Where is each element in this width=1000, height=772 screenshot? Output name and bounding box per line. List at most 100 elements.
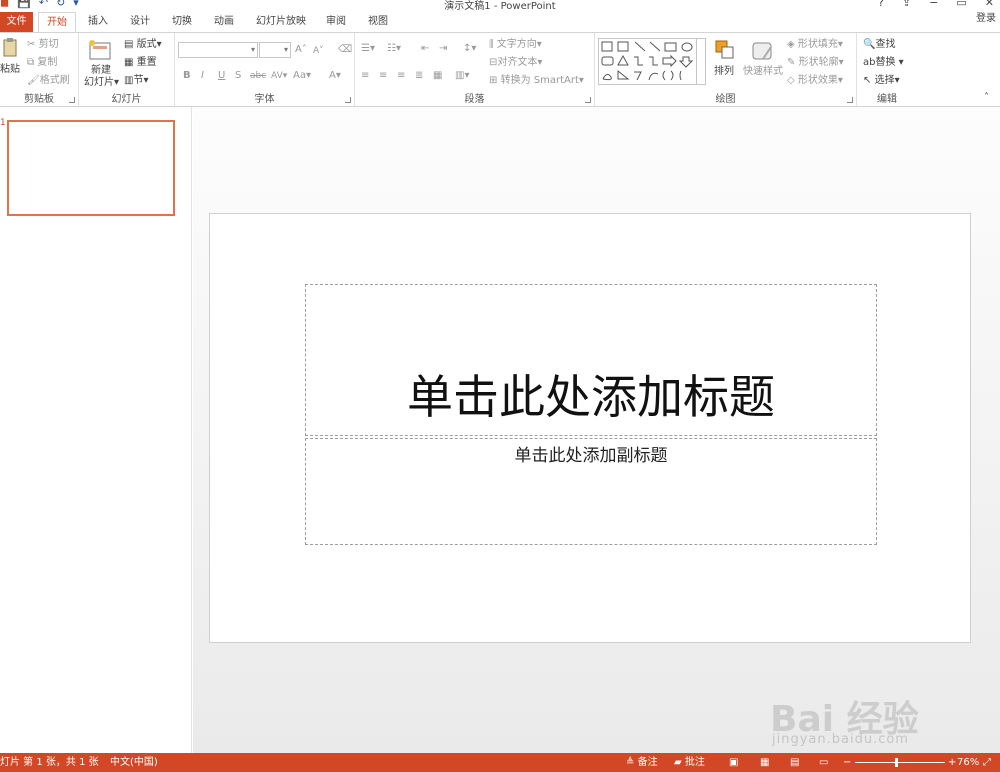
font-launcher-icon[interactable] bbox=[345, 97, 351, 103]
drawing-launcher-icon[interactable] bbox=[847, 97, 853, 103]
font-name-combo[interactable]: ▾ bbox=[178, 42, 258, 58]
subtitle-placeholder[interactable]: 单击此处添加副标题 bbox=[305, 438, 877, 545]
notes-icon: ≜ bbox=[626, 757, 635, 768]
increase-indent-icon[interactable]: ⇥ bbox=[439, 42, 447, 56]
copy-button[interactable]: ⧉ 复制 bbox=[27, 56, 57, 70]
zoom-level[interactable]: 76% bbox=[957, 753, 979, 772]
slide-sorter-icon[interactable]: ▦ bbox=[760, 753, 769, 772]
columns-icon[interactable]: ▥▾ bbox=[455, 69, 469, 83]
search-icon: 🔍 bbox=[863, 39, 876, 50]
zoom-out-icon[interactable]: − bbox=[843, 753, 851, 772]
bold-button[interactable]: B bbox=[183, 69, 191, 83]
slide-thumbnail[interactable] bbox=[7, 120, 175, 216]
ribbon-display-button[interactable]: ⇪ bbox=[902, 0, 911, 10]
text-direction-icon: ⫼ bbox=[489, 39, 494, 50]
title-bar: ◼ 💾 ↶ ↻ ▾ 演示文稿1 - PowerPoint ? ⇪ − ▭ ✕ bbox=[0, 0, 1000, 12]
find-button[interactable]: 🔍查找 bbox=[863, 38, 895, 52]
select-button[interactable]: ↖ 选择▾ bbox=[863, 74, 900, 88]
replace-button[interactable]: ab替换 ▾ bbox=[863, 56, 904, 70]
reading-view-icon[interactable]: ▤ bbox=[790, 753, 799, 772]
tab-design[interactable]: 设计 bbox=[122, 12, 158, 32]
scissors-icon: ✂ bbox=[27, 39, 36, 50]
clear-format-icon[interactable]: ⌫ bbox=[338, 43, 352, 57]
gallery-scrollbar[interactable] bbox=[696, 39, 705, 84]
shadow-button[interactable]: S bbox=[235, 69, 241, 83]
chevron-down-icon: ▾ bbox=[283, 45, 288, 54]
minimize-button[interactable]: − bbox=[929, 0, 938, 10]
align-left-icon[interactable]: ≡ bbox=[361, 69, 369, 83]
quick-styles-button[interactable] bbox=[751, 39, 775, 63]
replace-icon: ab bbox=[863, 57, 876, 68]
zoom-slider-thumb[interactable] bbox=[895, 758, 899, 767]
justify-icon[interactable]: ≣ bbox=[415, 69, 423, 83]
status-bar: 幻灯片 第 1 张，共 1 张 中文(中国) ≜ 备注 ▰ 批注 ▣ ▦ ▤ ▭… bbox=[0, 753, 1000, 772]
font-group: ▾ ▾ A˄ A˅ ⌫ B I U S abc AV▾ Aa▾ A▾ 字体 bbox=[175, 33, 355, 106]
fill-bucket-icon: ◈ bbox=[787, 39, 795, 50]
bullets-icon[interactable]: ☰▾ bbox=[361, 42, 375, 56]
change-case-button[interactable]: Aa▾ bbox=[293, 69, 311, 83]
login-link[interactable]: 登录 bbox=[976, 12, 1000, 26]
comments-button[interactable]: ▰ 批注 bbox=[674, 753, 705, 772]
normal-view-icon[interactable]: ▣ bbox=[729, 753, 738, 772]
smartart-button[interactable]: ⊞ 转换为 SmartArt▾ bbox=[489, 74, 584, 88]
font-size-combo[interactable]: ▾ bbox=[259, 42, 291, 58]
paste-icon bbox=[3, 38, 17, 57]
arrange-button[interactable] bbox=[714, 39, 736, 61]
align-text-button[interactable]: ⊟对齐文本▾ bbox=[489, 56, 542, 70]
layout-icon: ▤ bbox=[124, 39, 134, 50]
collapse-ribbon-icon[interactable]: ˄ bbox=[984, 91, 989, 105]
slideshow-view-icon[interactable]: ▭ bbox=[819, 753, 828, 772]
slides-group-label: 幻灯片 bbox=[111, 94, 142, 105]
shape-fill-button[interactable]: ◈ 形状填充▾ bbox=[787, 38, 843, 52]
shape-effects-button[interactable]: ◇ 形状效果▾ bbox=[787, 74, 843, 88]
shapes-gallery[interactable] bbox=[598, 38, 706, 85]
maximize-button[interactable]: ▭ bbox=[956, 0, 966, 10]
align-right-icon[interactable]: ≡ bbox=[397, 69, 405, 83]
italic-button[interactable]: I bbox=[201, 69, 204, 83]
text-direction-button[interactable]: ⫼ 文字方向▾ bbox=[489, 38, 542, 52]
help-button[interactable]: ? bbox=[878, 0, 884, 10]
layout-button[interactable]: ▤ 版式▾ bbox=[124, 38, 162, 52]
slide[interactable]: 单击此处添加标题 单击此处添加副标题 bbox=[209, 213, 971, 643]
fit-to-window-icon[interactable]: ⤢ bbox=[983, 753, 991, 772]
tab-insert[interactable]: 插入 bbox=[80, 12, 116, 32]
paragraph-launcher-icon[interactable] bbox=[585, 97, 591, 103]
paste-button[interactable] bbox=[0, 37, 20, 59]
strikethrough-button[interactable]: abc bbox=[250, 69, 266, 83]
zoom-slider[interactable] bbox=[855, 762, 945, 763]
cut-button[interactable]: ✂ 剪切 bbox=[27, 38, 59, 52]
tab-slideshow[interactable]: 幻灯片放映 bbox=[250, 12, 312, 32]
shrink-font-button[interactable]: A˅ bbox=[313, 44, 324, 58]
font-color-button[interactable]: A▾ bbox=[329, 69, 341, 83]
decrease-indent-icon[interactable]: ⇤ bbox=[421, 42, 429, 56]
slides-group: 新建 幻灯片▾ ▤ 版式▾ ▦ 重置 ▥节▾ 幻灯片 bbox=[79, 33, 175, 106]
language-indicator[interactable]: 中文(中国) bbox=[110, 753, 158, 772]
clipboard-launcher-icon[interactable] bbox=[69, 97, 75, 103]
char-spacing-button[interactable]: AV▾ bbox=[271, 69, 287, 83]
tab-file[interactable]: 文件 bbox=[0, 12, 33, 32]
line-spacing-icon[interactable]: ↕▾ bbox=[463, 42, 476, 56]
close-button[interactable]: ✕ bbox=[985, 0, 994, 10]
distributed-icon[interactable]: ▦ bbox=[433, 69, 442, 83]
grow-font-button[interactable]: A˄ bbox=[295, 43, 307, 57]
new-slide-button[interactable] bbox=[87, 37, 113, 63]
chevron-down-icon: ▾ bbox=[250, 45, 255, 54]
tab-review[interactable]: 审阅 bbox=[318, 12, 354, 32]
section-button[interactable]: ▥节▾ bbox=[124, 74, 148, 88]
title-placeholder[interactable]: 单击此处添加标题 bbox=[305, 284, 877, 436]
tab-view[interactable]: 视图 bbox=[360, 12, 396, 32]
tab-transitions[interactable]: 切换 bbox=[164, 12, 200, 32]
notes-button[interactable]: ≜ 备注 bbox=[626, 753, 658, 772]
underline-button[interactable]: U bbox=[218, 69, 225, 83]
zoom-in-icon[interactable]: + bbox=[948, 753, 956, 772]
format-painter-button[interactable]: 🖌格式刷 bbox=[27, 74, 70, 88]
quick-styles-icon bbox=[752, 42, 772, 60]
tab-animations[interactable]: 动画 bbox=[206, 12, 242, 32]
numbering-icon[interactable]: ☷▾ bbox=[387, 42, 401, 56]
align-center-icon[interactable]: ≡ bbox=[379, 69, 387, 83]
ribbon-tabs: 文件 开始 插入 设计 切换 动画 幻灯片放映 审阅 视图 bbox=[0, 12, 1000, 33]
tab-home[interactable]: 开始 bbox=[38, 12, 76, 33]
effects-icon: ◇ bbox=[787, 75, 795, 86]
shape-outline-button[interactable]: ✎ 形状轮廓▾ bbox=[787, 56, 844, 70]
reset-button[interactable]: ▦ 重置 bbox=[124, 56, 157, 70]
